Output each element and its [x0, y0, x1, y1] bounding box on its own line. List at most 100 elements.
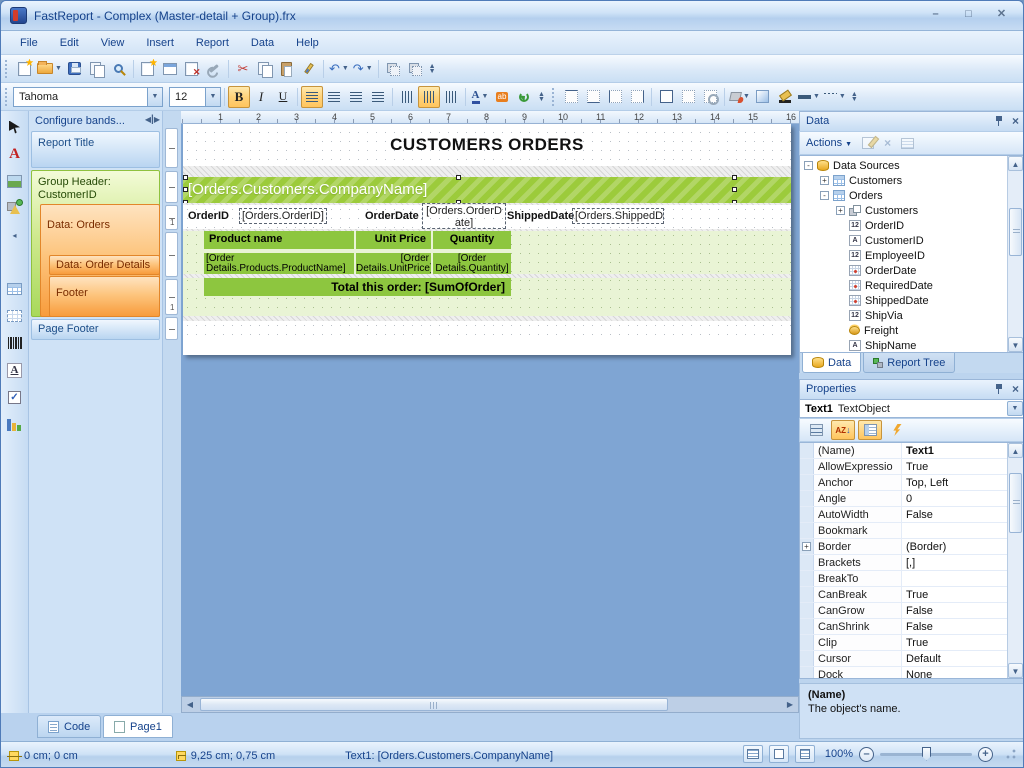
line-width-button[interactable]: ▼ [796, 86, 822, 108]
object-selector[interactable]: Text1 TextObject ▼ [799, 399, 1024, 418]
tree-item-customers[interactable]: +Customers [836, 203, 918, 218]
picture-tool-button[interactable] [3, 169, 27, 193]
fill-color-button[interactable]: ▼ [728, 86, 752, 108]
orderdate-expr-object[interactable]: [Orders.OrderDate] [422, 203, 506, 229]
zoom-in-button[interactable]: + [978, 747, 993, 762]
selection-handle[interactable] [456, 175, 461, 180]
text-tool-button[interactable]: A [3, 142, 27, 166]
product-name-header-cell[interactable]: Product name [204, 231, 354, 249]
align-right-button[interactable] [345, 86, 367, 108]
property-row-name[interactable]: (Name)Text1 [800, 443, 1007, 459]
paste-button[interactable] [276, 58, 298, 80]
menu-help[interactable]: Help [285, 34, 330, 52]
orderdate-label-object[interactable]: OrderDate [365, 210, 419, 222]
edit-datasource-icon[interactable] [862, 137, 874, 149]
property-value[interactable]: [,] [902, 555, 1007, 570]
property-value[interactable] [902, 523, 1007, 538]
close-icon[interactable]: × [1012, 116, 1019, 126]
delete-page-button[interactable] [181, 58, 203, 80]
design-surface[interactable]: 12345678910111213141516 CUSTOMERS ORDERS… [181, 111, 799, 696]
quantity-data-cell[interactable]: [Order Details.Quantity] [433, 253, 511, 274]
property-value[interactable]: True [902, 635, 1007, 650]
new-dialog-button[interactable] [159, 58, 181, 80]
tree-item-orderdate[interactable]: OrderDate [836, 263, 916, 278]
horizontal-scrollbar[interactable]: ◀ ▶ [181, 696, 799, 713]
scroll-left-icon[interactable]: ◀ [182, 700, 198, 709]
view-single-page-button[interactable] [743, 745, 763, 763]
border-left-button[interactable] [604, 86, 626, 108]
total-footer-object[interactable]: Total this order: [SumOfOrder] [204, 278, 511, 296]
property-row-clip[interactable]: ClipTrue [800, 635, 1007, 651]
open-button[interactable]: ▼ [35, 58, 64, 80]
text-rotation-button[interactable] [513, 86, 535, 108]
selection-handle[interactable] [183, 175, 188, 180]
tree-item-employeeid[interactable]: 12EmployeeID [836, 248, 925, 263]
property-row-autowidth[interactable]: AutoWidthFalse [800, 507, 1007, 523]
band-report-title[interactable]: Report Title [31, 131, 160, 168]
property-row-border[interactable]: +Border(Border) [800, 539, 1007, 555]
chart-tool-button[interactable] [3, 412, 27, 436]
tree-item-shipvia[interactable]: 12ShipVia [836, 308, 903, 323]
orderid-expr-object[interactable]: [Orders.OrderID] [239, 208, 327, 224]
copy-button[interactable] [254, 58, 276, 80]
line-style-button[interactable]: ▼ [822, 86, 848, 108]
pin-icon[interactable] [995, 115, 1004, 126]
quantity-header-cell[interactable]: Quantity [433, 231, 511, 249]
collapse-icon[interactable]: - [820, 191, 829, 200]
property-row-canshrink[interactable]: CanShrinkFalse [800, 619, 1007, 635]
bottom-tab-page1[interactable]: Page1 [103, 715, 173, 738]
scroll-up-icon[interactable]: ▲ [1008, 443, 1023, 458]
table-tool-button[interactable] [3, 277, 27, 301]
alphabetical-sort-button[interactable]: AZ [831, 420, 855, 440]
save-button[interactable] [64, 58, 86, 80]
subreport-tool-button[interactable] [3, 250, 27, 274]
zoom-out-button[interactable]: – [859, 747, 874, 762]
font-size-select[interactable]: 12 ▼ [169, 87, 221, 107]
splitter-icon[interactable]: ◀┃▶ [145, 115, 159, 124]
property-value[interactable]: Top, Left [902, 475, 1007, 490]
barcode-tool-button[interactable] [3, 331, 27, 355]
shippeddate-label-object[interactable]: ShippedDate [507, 210, 574, 222]
property-value[interactable] [902, 571, 1007, 586]
new-page-button[interactable] [137, 58, 159, 80]
orderid-label-object[interactable]: OrderID [188, 210, 229, 222]
chevron-down-icon[interactable]: ▼ [1007, 401, 1023, 416]
tree-item-customerid[interactable]: ACustomerID [836, 233, 924, 248]
undo-button[interactable]: ↶▼ [327, 58, 351, 80]
align-left-button[interactable] [301, 86, 323, 108]
property-value[interactable]: False [902, 619, 1007, 634]
band-page-footer[interactable]: Page Footer [31, 319, 160, 340]
valign-top-button[interactable] [396, 86, 418, 108]
toolbar-overflow-button[interactable]: ▲▼ [848, 86, 861, 108]
italic-button[interactable]: I [250, 86, 272, 108]
property-value[interactable]: True [902, 587, 1007, 602]
view-facing-button[interactable] [795, 745, 815, 763]
shapes-tool-button[interactable] [3, 196, 27, 220]
report-title-band-area[interactable]: CUSTOMERS ORDERS [183, 128, 791, 166]
expand-icon[interactable]: + [820, 176, 829, 185]
preview-button[interactable] [108, 58, 130, 80]
property-row-allowexpressio[interactable]: AllowExpressioTrue [800, 459, 1007, 475]
property-row-dock[interactable]: DockNone [800, 667, 1007, 679]
shippeddate-expr-object[interactable]: [Orders.ShippedDate] [572, 208, 664, 224]
cut-button[interactable]: ✂ [232, 58, 254, 80]
border-bottom-button[interactable] [582, 86, 604, 108]
configure-bands-button[interactable]: Configure bands... ◀┃▶ [29, 111, 162, 131]
band-data-order-details[interactable]: Data: Order Details [49, 255, 160, 275]
border-none-button[interactable] [677, 86, 699, 108]
tree-item-customers[interactable]: +Customers [820, 173, 902, 188]
checkbox-tool-button[interactable]: ✓ [3, 385, 27, 409]
group-header-object[interactable]: [Orders.Customers.CompanyName] [183, 177, 791, 203]
page-footer-band-area[interactable] [183, 321, 791, 341]
zoom-slider[interactable] [880, 753, 972, 756]
bottom-tab-code[interactable]: Code [37, 715, 101, 738]
select-tool-button[interactable] [3, 115, 27, 139]
tree-item-orders[interactable]: -Orders [820, 188, 883, 203]
expand-icon[interactable]: + [802, 542, 811, 551]
selection-handle[interactable] [732, 175, 737, 180]
menu-insert[interactable]: Insert [135, 34, 185, 52]
view-continuous-button[interactable] [769, 745, 789, 763]
band-group-header[interactable]: Group Header: CustomerID Data: Orders Da… [31, 170, 160, 317]
menu-data[interactable]: Data [240, 34, 285, 52]
tree-scrollbar[interactable]: ▲ ▼ [1007, 156, 1023, 352]
